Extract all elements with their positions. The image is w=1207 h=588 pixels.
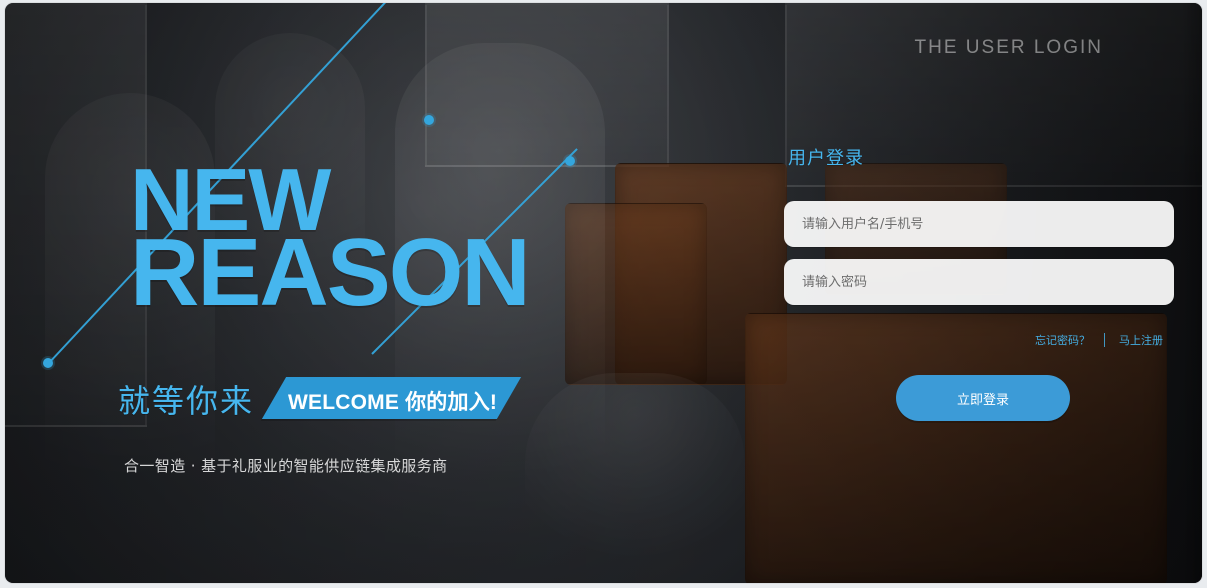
password-field <box>784 259 1174 305</box>
username-input[interactable] <box>784 201 1174 247</box>
tagline-cn: 就等你来 <box>118 382 255 420</box>
company-subtitle: 合一智造 · 基于礼服业的智能供应链集成服务商 <box>124 457 448 475</box>
forgot-password-link[interactable]: 忘记密码？ <box>1035 332 1090 348</box>
hero-wordmark: NEW REASON <box>130 156 531 326</box>
accent-dot <box>565 156 575 166</box>
hero-line-2: REASON <box>130 218 531 326</box>
login-title-en: THE USER LOGIN <box>914 37 1103 58</box>
username-field <box>784 201 1174 247</box>
branding-block: NEW REASON 就等你来 WELCOME 你的加入! 合一智造 · 基于礼… <box>40 3 578 488</box>
accent-dot <box>424 115 434 125</box>
login-page: NEW REASON 就等你来 WELCOME 你的加入! 合一智造 · 基于礼… <box>5 3 1202 583</box>
login-title-cn: 用户登录 <box>788 148 864 169</box>
password-input[interactable] <box>784 259 1174 305</box>
accent-dot <box>43 358 53 368</box>
welcome-banner-text: WELCOME 你的加入! <box>288 391 498 414</box>
register-link[interactable]: 马上注册 <box>1119 332 1163 348</box>
login-panel: THE USER LOGIN 用户登录 忘记密码？ 马上注册 立即登录 <box>775 37 1185 457</box>
link-separator <box>1104 333 1105 347</box>
login-button[interactable]: 立即登录 <box>896 375 1070 421</box>
auth-links: 忘记密码？ 马上注册 <box>1035 332 1163 348</box>
